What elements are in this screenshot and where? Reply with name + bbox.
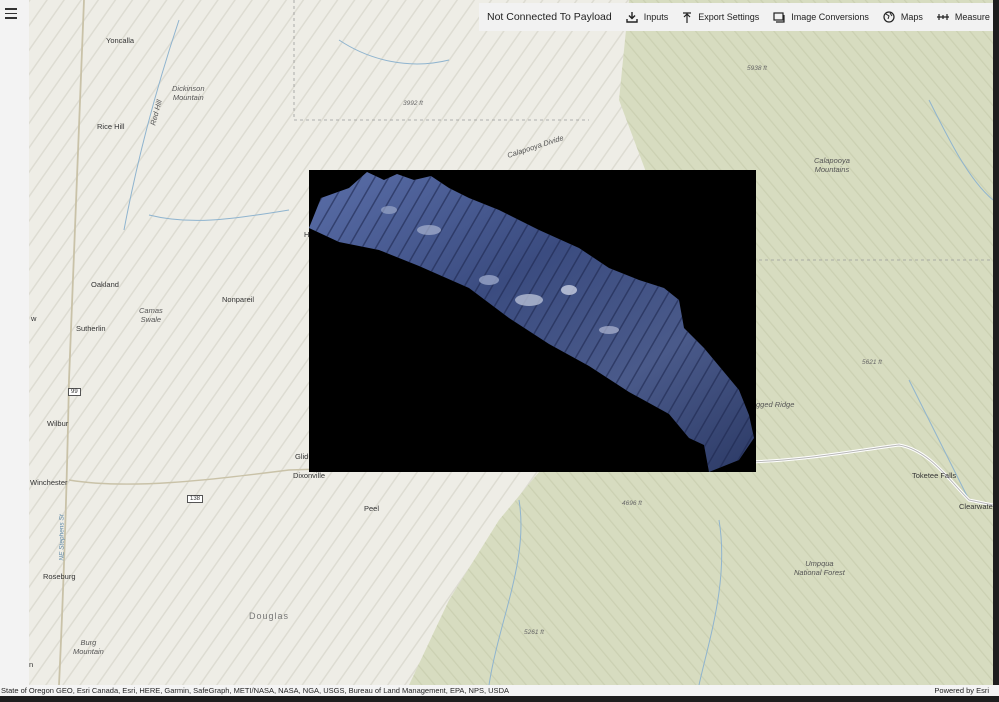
- place-label-winchester: Winchester: [30, 478, 68, 487]
- right-edge-strip: [993, 0, 999, 685]
- inputs-button[interactable]: Inputs: [626, 11, 669, 23]
- elevation-label-5261: 5261 ft: [524, 629, 544, 636]
- export-settings-button[interactable]: Export Settings: [682, 11, 760, 23]
- ruler-icon: [936, 14, 949, 20]
- measure-button[interactable]: Measure: [936, 12, 990, 22]
- top-toolbar: Not Connected To Payload Inputs Export S…: [479, 3, 993, 31]
- road-label-ne-stephens: NE Stephens St: [58, 514, 66, 561]
- place-label-clearwater: Clearwate: [959, 502, 993, 511]
- place-label-nonpareil: Nonpareil: [222, 295, 255, 304]
- place-label-peel: Peel: [364, 504, 380, 513]
- left-sidebar: [0, 0, 30, 685]
- map-edge-label-w: w: [31, 314, 37, 323]
- imagery-mosaic: [309, 172, 754, 472]
- place-label-yoncalla: Yoncalla: [106, 36, 135, 45]
- place-label-dixonville: Dixonville: [293, 471, 326, 480]
- place-label-wilbur: Wilbur: [47, 419, 69, 428]
- export-settings-label: Export Settings: [698, 12, 760, 22]
- bottom-edge-strip: [0, 696, 999, 702]
- hamburger-menu-icon[interactable]: [5, 8, 17, 19]
- place-label-glide: Glid: [295, 452, 309, 461]
- place-label-calapooya-mountains: Calapooya Mountains: [814, 156, 850, 174]
- export-arrow-icon: [683, 11, 692, 23]
- maps-button[interactable]: Maps: [883, 11, 923, 23]
- globe-icon: [883, 11, 895, 23]
- measure-label: Measure: [954, 12, 990, 22]
- place-label-toketee-falls: Toketee Falls: [912, 471, 957, 480]
- map-attribution-bar: State of Oregon GEO, Esri Canada, Esri, …: [0, 685, 999, 696]
- highway-shield-138: 138: [187, 495, 204, 503]
- elevation-label-4696: 4696 ft: [622, 500, 642, 507]
- download-tray-icon: [626, 11, 638, 23]
- place-label-jagged-ridge: gged Ridge: [756, 400, 795, 409]
- inputs-label: Inputs: [643, 12, 669, 22]
- imagery-overlay[interactable]: [309, 170, 756, 472]
- place-label-burg-mountain: Burg Mountain: [73, 638, 104, 656]
- place-label-roseburg: Roseburg: [43, 572, 76, 581]
- elevation-label-5938: 5938 ft: [747, 65, 767, 72]
- place-label-oakland: Oakland: [91, 280, 119, 289]
- maps-label: Maps: [900, 12, 923, 22]
- powered-by-esri[interactable]: Powered by Esri: [934, 686, 989, 695]
- map-edge-label-n: n: [29, 660, 34, 669]
- elevation-label-5621: 5621 ft: [862, 359, 882, 366]
- place-label-douglas: Douglas: [249, 611, 290, 621]
- place-label-umpqua-national-forest: Umpqua National Forest: [794, 559, 845, 577]
- connection-status: Not Connected To Payload: [487, 11, 612, 23]
- image-conversions-label: Image Conversions: [791, 12, 869, 22]
- attribution-sources: State of Oregon GEO, Esri Canada, Esri, …: [1, 686, 509, 695]
- place-label-camas-swale: Camas Swale: [139, 306, 163, 324]
- image-conversions-button[interactable]: Image Conversions: [773, 11, 869, 23]
- elevation-label-3992: 3992 ft: [403, 100, 423, 107]
- highway-shield-99: 99: [68, 388, 81, 396]
- place-label-rice-hill: Rice Hill: [97, 122, 125, 131]
- image-conversion-icon: [773, 11, 785, 23]
- place-label-sutherlin: Sutherlin: [76, 324, 106, 333]
- place-label-dickinson-mountain: Dickinson Mountain: [172, 84, 205, 102]
